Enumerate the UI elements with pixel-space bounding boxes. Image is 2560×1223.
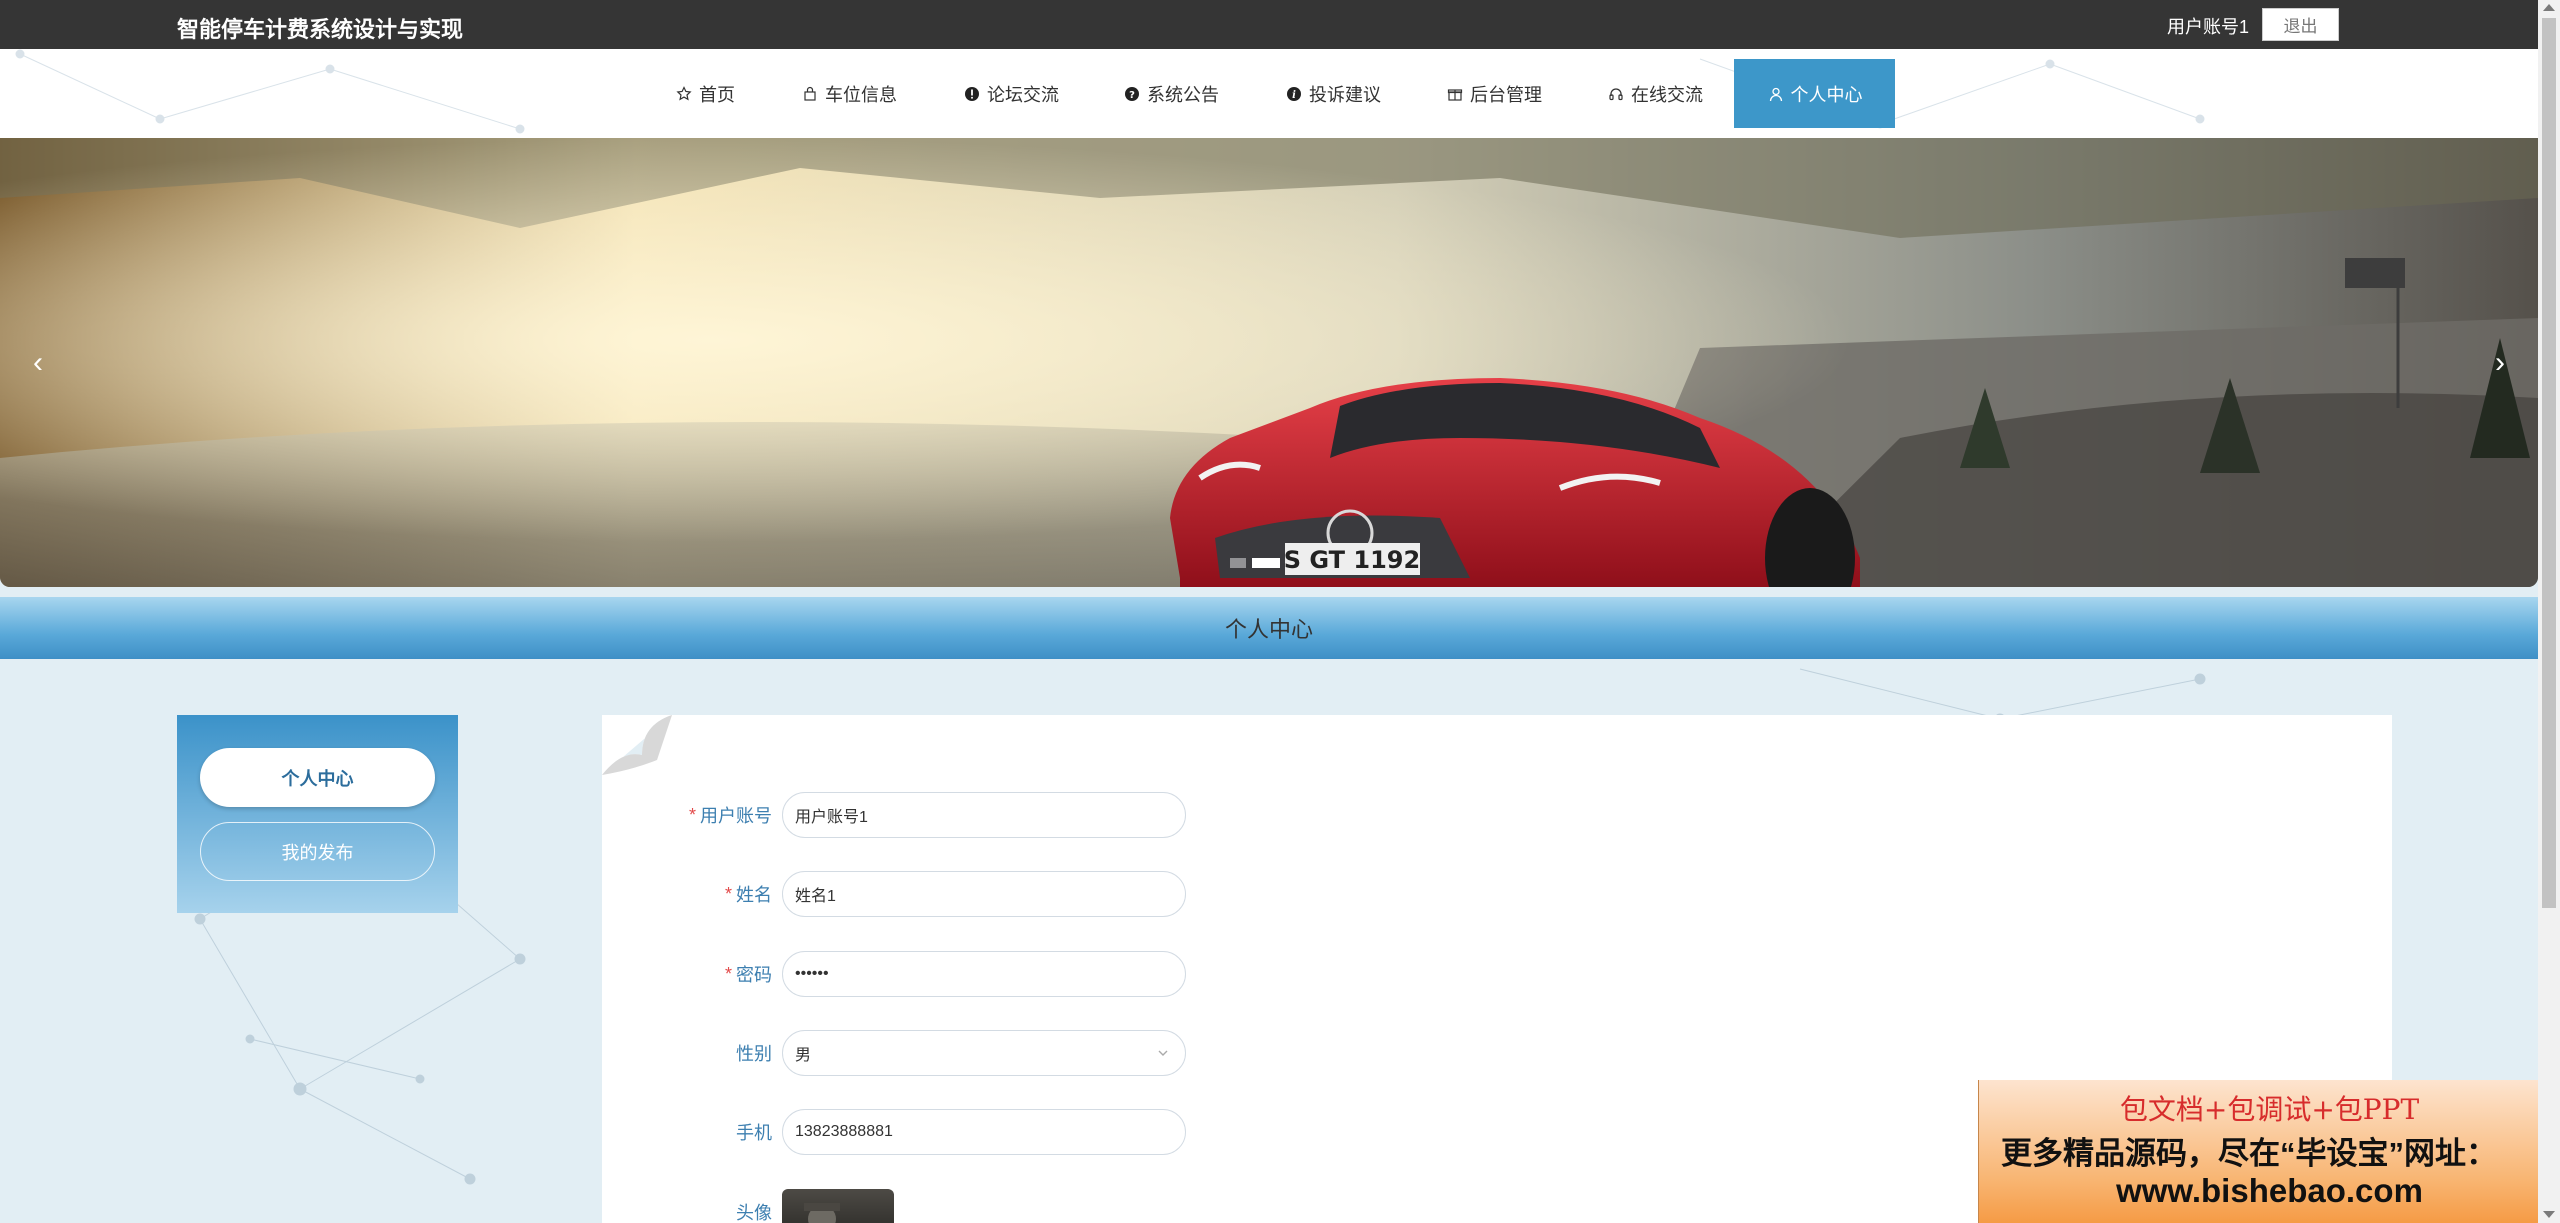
password-input[interactable]: •••••• [782,951,1186,997]
question-circle-icon: ? [1123,85,1141,103]
scrollbar-thumb[interactable] [2542,18,2556,908]
nav-item-forum[interactable]: 论坛交流 [963,59,1059,128]
chevron-down-icon [1158,1050,1168,1056]
carousel-indicators [1230,558,1280,568]
gift-box-icon [1446,85,1464,103]
gender-select[interactable]: 男 [782,1030,1186,1076]
nav-item-label: 系统公告 [1147,84,1219,105]
main-nav: 首页 车位信息 论坛交流 ? 系统公告 i 投诉建议 后台管理 在线交流 个人中… [0,49,2538,138]
promo-watermark: 包文档+包调试+包PPT 更多精品源码，尽在“毕设宝”网址： www.bishe… [1978,1080,2560,1223]
promo-line-1: 包文档+包调试+包PPT [2119,1093,2420,1126]
form-row-avatar: 头像 [602,1189,1402,1223]
exclamation-circle-icon [963,85,981,103]
nav-item-complaints[interactable]: i 投诉建议 [1285,59,1381,128]
sidebar-item-personal-center[interactable]: 个人中心 [200,748,435,807]
form-row-gender: 性别 男 [602,1030,1402,1076]
banner-carousel[interactable]: S GT 1192 ‹ › [0,138,2538,587]
carousel-next-arrow[interactable]: › [2480,338,2520,388]
form-row-phone: 手机 13823888881 [602,1109,1402,1155]
username-label: 用户账号 [700,806,772,826]
section-title: 个人中心 [1224,617,1313,642]
section-title-bar: 个人中心 [0,597,2538,659]
user-account-label: 用户账号1 [2167,17,2250,37]
license-plate-text: S GT 1192 [1284,546,1420,574]
form-row-username: * 用户账号 用户账号1 [602,792,1402,838]
carousel-dot-2[interactable] [1252,558,1280,568]
nav-item-label: 车位信息 [825,84,897,105]
page-scrollbar[interactable] [2538,0,2560,1223]
logout-button[interactable]: 退出 [2262,8,2339,41]
nav-item-personal-center[interactable]: 个人中心 [1734,59,1895,128]
bag-icon [801,85,819,103]
headset-icon [1607,85,1625,103]
name-input[interactable]: 姓名1 [782,871,1186,917]
info-circle-icon: i [1285,85,1303,103]
top-bar: 智能停车计费系统设计与实现 用户账号1 退出 [0,0,2538,49]
nav-item-label: 后台管理 [1470,84,1542,105]
avatar-photo [804,1203,840,1223]
name-label: 姓名 [736,885,772,905]
username-input[interactable]: 用户账号1 [782,792,1186,838]
svg-text:?: ? [1129,90,1135,101]
promo-line-2: 更多精品源码，尽在“毕设宝”网址： [2001,1136,2497,1171]
nav-item-label: 个人中心 [1790,84,1863,105]
sidebar-item-my-posts[interactable]: 我的发布 [200,822,435,881]
nav-item-admin[interactable]: 后台管理 [1446,59,1542,128]
form-row-name: * 姓名 姓名1 [602,871,1402,917]
nav-item-label: 首页 [699,84,735,105]
phone-label: 手机 [736,1123,772,1143]
phone-input[interactable]: 13823888881 [782,1109,1186,1155]
scroll-down-arrow-icon[interactable] [2543,1211,2555,1218]
password-label: 密码 [736,965,772,985]
promo-line-3: www.bishebao.com [2116,1172,2423,1209]
page-curl-decoration [602,715,672,775]
avatar-label: 头像 [736,1203,772,1223]
carousel-prev-arrow[interactable]: ‹ [18,338,58,388]
user-icon [1767,85,1785,103]
nav-item-label: 投诉建议 [1309,84,1381,105]
nav-item-label: 论坛交流 [987,84,1059,105]
banner-image-red-sports-car: S GT 1192 [0,138,2538,587]
form-row-password: * 密码 •••••• [602,951,1402,997]
nav-item-home[interactable]: 首页 [675,59,735,128]
network-background-pattern [15,49,2205,134]
star-icon [675,85,693,103]
nav-item-announcements[interactable]: ? 系统公告 [1123,59,1219,128]
nav-item-parking-info[interactable]: 车位信息 [801,59,897,128]
gender-selected-value: 男 [795,1047,812,1064]
svg-text:i: i [1292,90,1296,101]
nav-item-online-chat[interactable]: 在线交流 [1607,59,1703,128]
scroll-up-arrow-icon[interactable] [2543,4,2555,11]
nav-item-label: 在线交流 [1631,84,1703,105]
avatar-image[interactable] [782,1189,894,1223]
site-title: 智能停车计费系统设计与实现 [177,17,464,42]
sidebar: 个人中心 我的发布 [177,715,458,913]
carousel-dot-1[interactable] [1230,558,1246,568]
gender-label: 性别 [736,1044,772,1064]
